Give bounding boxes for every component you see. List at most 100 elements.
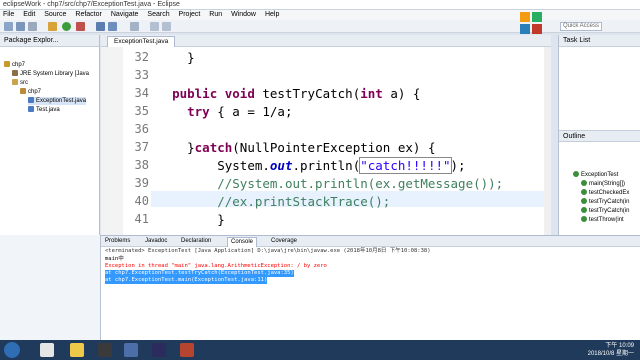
code-text: }	[187, 140, 195, 155]
tree-item-src[interactable]: src	[12, 79, 28, 87]
title-bar: eclipseWork - chp7/src/chp7/ExceptionTes…	[0, 0, 640, 10]
code-text: }	[217, 212, 225, 227]
code-line-38[interactable]: System.out.println("catch!!!!!");	[157, 157, 466, 174]
tab-javadoc[interactable]: Javadoc	[145, 237, 167, 246]
tree-label: ExceptionTest.java	[36, 98, 87, 104]
comment: //System.out.println(ex.getMessage());	[217, 176, 504, 191]
explorer-icon[interactable]	[70, 343, 84, 357]
ie-icon[interactable]	[40, 343, 54, 357]
right-panel: Task List Outline ExceptionTest main(Str…	[558, 35, 640, 235]
tab-problems[interactable]: Problems	[105, 237, 130, 246]
code-line-35[interactable]: try { a = 1/a;	[157, 104, 292, 119]
package-icon[interactable]	[96, 22, 105, 31]
recorder-icon[interactable]	[152, 343, 166, 357]
menu-refactor[interactable]: Refactor	[75, 10, 101, 20]
console-error[interactable]: Exception in thread "main" java.lang.Ari…	[105, 263, 327, 270]
menu-search[interactable]: Search	[147, 10, 169, 20]
console-output[interactable]: main中	[105, 256, 124, 263]
java-file-icon	[28, 97, 34, 103]
line-number: 37	[134, 140, 149, 154]
method-icon	[581, 216, 587, 222]
tree-item-test[interactable]: Test.java	[28, 106, 60, 114]
tree-item-package[interactable]: chp7	[20, 88, 41, 96]
code-text: testTryCatch(	[254, 86, 361, 101]
line-numbers: 32 33 34 35 36 37 38 39 40 41 42	[123, 47, 151, 235]
coverage-icon[interactable]	[76, 22, 85, 31]
eclipse-icon[interactable]	[124, 343, 138, 357]
editor-tab-label: ExceptionTest.java	[114, 38, 169, 45]
tab-label: Declaration	[181, 238, 212, 244]
menu-file[interactable]: File	[3, 10, 14, 20]
clock[interactable]: 下午 10:09 2018/10/8 星期一	[588, 342, 634, 358]
forward-icon[interactable]	[162, 22, 171, 31]
code-text: System.	[217, 158, 270, 173]
console-stacktrace[interactable]: at chp7.ExceptionTest.main(ExceptionTest…	[105, 277, 268, 284]
outline-method[interactable]: testTryCatch(in	[581, 207, 629, 215]
console-tab-bar: Problems Javadoc Declaration Console Cov…	[101, 236, 640, 247]
back-icon[interactable]	[150, 22, 159, 31]
outline-class[interactable]: ExceptionTest	[573, 171, 618, 179]
menu-help[interactable]: Help	[265, 10, 279, 20]
keyword: catch	[194, 140, 233, 155]
menu-navigate[interactable]: Navigate	[111, 10, 139, 20]
code-line-37[interactable]: }catch(NullPointerException ex) {	[157, 140, 435, 155]
method-icon	[581, 198, 587, 204]
tree-item-jre[interactable]: JRE System Library [Java	[12, 70, 89, 78]
console-stacktrace[interactable]: at chp7.ExceptionTest.testTryCatch(Excep…	[105, 270, 294, 277]
new-icon[interactable]	[4, 22, 13, 31]
line-number: 32	[134, 50, 149, 64]
string-literal: "catch!!!!!"	[359, 157, 452, 174]
editor-tab[interactable]: ExceptionTest.java	[107, 36, 176, 47]
save-icon[interactable]	[16, 22, 25, 31]
search-icon[interactable]	[130, 22, 139, 31]
task-list-header[interactable]: Task List	[559, 35, 640, 47]
toolbar: Quick Access	[0, 12, 640, 34]
code-text: { a = 1/a;	[209, 104, 293, 119]
code-line-40[interactable]: //ex.printStackTrace();	[157, 194, 390, 209]
menu-edit[interactable]: Edit	[23, 10, 35, 20]
menu-window[interactable]: Window	[231, 10, 256, 20]
package-explorer-header[interactable]: Package Explor...	[0, 35, 99, 47]
start-button[interactable]	[4, 342, 20, 358]
project-icon	[4, 61, 10, 67]
tree-item-exceptiontest[interactable]: ExceptionTest.java	[28, 97, 87, 105]
code-line-34[interactable]: public void testTryCatch(int a) {	[157, 86, 420, 101]
line-number: 34	[134, 86, 149, 100]
media-icon[interactable]	[98, 343, 112, 357]
tree-item-project[interactable]: chp7	[4, 61, 25, 69]
code-editor: ExceptionTest.java 32 33 34 35 36 37 38 …	[101, 35, 551, 235]
code-line-32[interactable]: }	[157, 50, 195, 65]
tree-label: chp7	[12, 62, 26, 68]
tab-coverage[interactable]: Coverage	[271, 237, 297, 246]
ppt-icon[interactable]	[180, 343, 194, 357]
tab-declaration[interactable]: Declaration	[181, 237, 211, 246]
code-line-42[interactable]: }	[157, 212, 225, 227]
code-text: a) {	[382, 86, 421, 101]
debug-icon[interactable]	[48, 22, 57, 31]
java-file-icon	[28, 106, 34, 112]
outline-label: main(String[])	[589, 181, 626, 187]
quick-access-field[interactable]: Quick Access	[560, 22, 602, 31]
outline-method[interactable]: testCheckedEx	[581, 189, 629, 197]
menu-source[interactable]: Source	[44, 10, 66, 20]
run-icon[interactable]	[62, 22, 71, 31]
outline-method[interactable]: testThrow(int	[581, 216, 624, 224]
tab-console[interactable]: Console	[227, 237, 258, 247]
menu-project[interactable]: Project	[179, 10, 201, 20]
outline-method[interactable]: main(String[])	[581, 180, 625, 188]
line-number: 38	[134, 158, 149, 172]
tree-label: JRE System Library [Java	[20, 71, 90, 77]
keyword: void	[224, 86, 255, 101]
code-line-39[interactable]: //System.out.println(ex.getMessage());	[157, 176, 503, 191]
outline-header[interactable]: Outline	[559, 130, 640, 142]
print-icon[interactable]	[28, 22, 37, 31]
outline-label: testTryCatch(in	[589, 199, 630, 205]
method-icon	[581, 207, 587, 213]
editor-scrollbar[interactable]	[544, 47, 551, 235]
left-bottom-area	[0, 235, 101, 340]
tree-label: chp7	[28, 89, 42, 95]
menu-run[interactable]: Run	[209, 10, 222, 20]
class-icon[interactable]	[108, 22, 117, 31]
outline-method[interactable]: testTryCatch(in	[581, 198, 629, 206]
tab-label: Javadoc	[145, 238, 168, 244]
